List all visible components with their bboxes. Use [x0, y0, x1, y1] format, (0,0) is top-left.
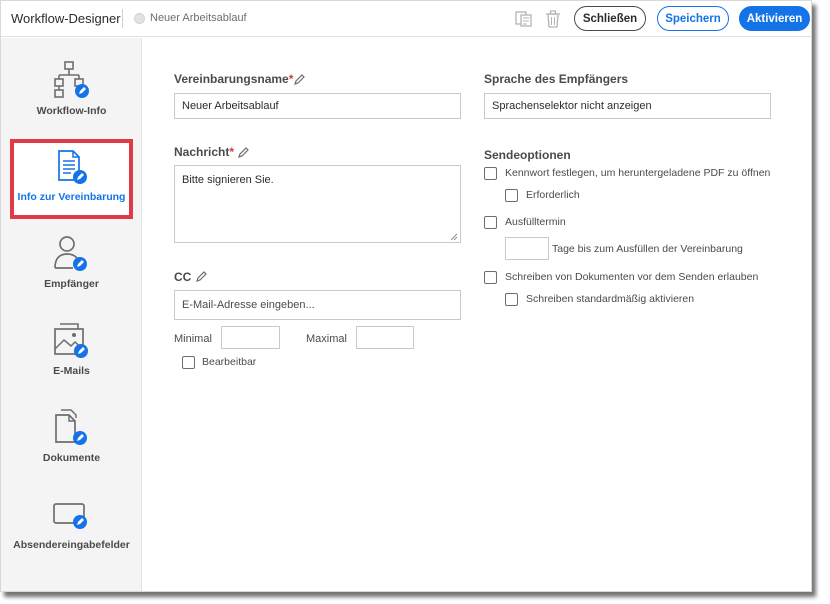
deadline-label: Ausfülltermin: [505, 216, 566, 228]
password-checkbox[interactable]: [484, 167, 497, 180]
agreement-name-input[interactable]: Neuer Arbeitsablauf: [174, 93, 461, 119]
editable-checkbox[interactable]: [182, 356, 195, 369]
write-default-checkbox[interactable]: [505, 293, 518, 306]
app-title: Workflow-Designer: [11, 11, 121, 26]
sidebar-item-label: Absendereingabefelder: [13, 539, 130, 551]
deadline-days-input[interactable]: [505, 237, 549, 260]
editable-label: Bearbeitbar: [202, 356, 257, 368]
sidebar-item-agreement-info[interactable]: Info zur Vereinbarung: [1, 148, 142, 228]
sidebar-item-documents[interactable]: Dokumente: [1, 408, 142, 488]
required-checkbox[interactable]: [505, 189, 518, 202]
required-label: Erforderlich: [526, 189, 580, 201]
cc-min-label: Minimal: [174, 333, 212, 345]
cc-email-input[interactable]: E-Mail-Adresse eingeben...: [174, 290, 461, 320]
workflow-name: Neuer Arbeitsablauf: [150, 12, 247, 24]
deadline-days-label: Tage bis zum Ausfüllen der Vereinbarung: [552, 243, 743, 255]
resize-grip-icon[interactable]: [450, 232, 458, 241]
message-label: Nachricht*: [174, 145, 235, 159]
workflow-hierarchy-icon: [54, 61, 89, 98]
message-textarea[interactable]: Bitte signieren Sie.: [174, 165, 461, 243]
sender-input-field-icon: [53, 503, 87, 529]
save-button[interactable]: Speichern: [657, 6, 729, 31]
close-button[interactable]: Schließen: [574, 6, 646, 31]
cc-min-input[interactable]: [221, 326, 280, 349]
sidebar-item-label: Info zur Vereinbarung: [17, 191, 126, 203]
write-default-label: Schreiben standardmäßig aktivieren: [526, 293, 695, 305]
sidebar-item-label: Workflow-Info: [36, 105, 107, 117]
edit-pencil-icon[interactable]: [294, 72, 306, 85]
email-image-icon: [54, 323, 88, 358]
sidebar-item-emails[interactable]: E-Mails: [1, 321, 142, 401]
recipient-user-icon: [54, 236, 87, 271]
recipient-language-select[interactable]: Sprachenselektor nicht anzeigen: [484, 93, 771, 119]
workflow-designer-window: Workflow-Designer Neuer Arbeitsablauf Sc…: [0, 0, 812, 592]
agreement-name-label: Vereinbarungsname*: [174, 72, 294, 86]
title-divider: [122, 9, 123, 28]
documents-icon: [55, 409, 87, 445]
workflow-status-dot: [134, 13, 145, 24]
sidebar-item-workflow-info[interactable]: Workflow-Info: [1, 60, 142, 140]
cc-max-input[interactable]: [356, 326, 414, 349]
sidebar-item-sender-fields[interactable]: Absendereingabefelder: [1, 496, 142, 576]
password-label: Kennwort festlegen, um heruntergeladene …: [505, 167, 771, 179]
cc-max-label: Maximal: [306, 333, 347, 345]
write-docs-label: Schreiben von Dokumenten vor dem Senden …: [505, 271, 759, 283]
trash-icon[interactable]: [543, 9, 563, 29]
required-marker: *: [288, 72, 294, 86]
send-options-label: Sendeoptionen: [484, 148, 571, 162]
activate-button[interactable]: Aktivieren: [739, 6, 810, 31]
required-marker: *: [229, 145, 235, 159]
edit-pencil-icon[interactable]: [196, 269, 208, 282]
cc-label: CC: [174, 270, 192, 284]
deadline-checkbox[interactable]: [484, 216, 497, 229]
sidebar-item-label: Dokumente: [42, 452, 101, 464]
edit-pencil-icon[interactable]: [238, 145, 250, 158]
sidebar-item-label: Empfänger: [44, 278, 99, 290]
duplicate-icon[interactable]: [514, 9, 534, 29]
sidebar: Workflow-Info Info zur Vereinbarung Empf…: [1, 38, 142, 591]
agreement-info-form: Vereinbarungsname* Neuer Arbeitsablauf N…: [143, 38, 811, 591]
agreement-document-icon: [58, 150, 87, 184]
sidebar-item-recipients[interactable]: Empfänger: [1, 234, 142, 314]
write-docs-checkbox[interactable]: [484, 271, 497, 284]
top-bar: Workflow-Designer Neuer Arbeitsablauf Sc…: [1, 1, 811, 37]
recipient-language-label: Sprache des Empfängers: [484, 72, 629, 86]
sidebar-item-label: E-Mails: [53, 365, 90, 377]
message-text: Bitte signieren Sie.: [182, 174, 274, 186]
